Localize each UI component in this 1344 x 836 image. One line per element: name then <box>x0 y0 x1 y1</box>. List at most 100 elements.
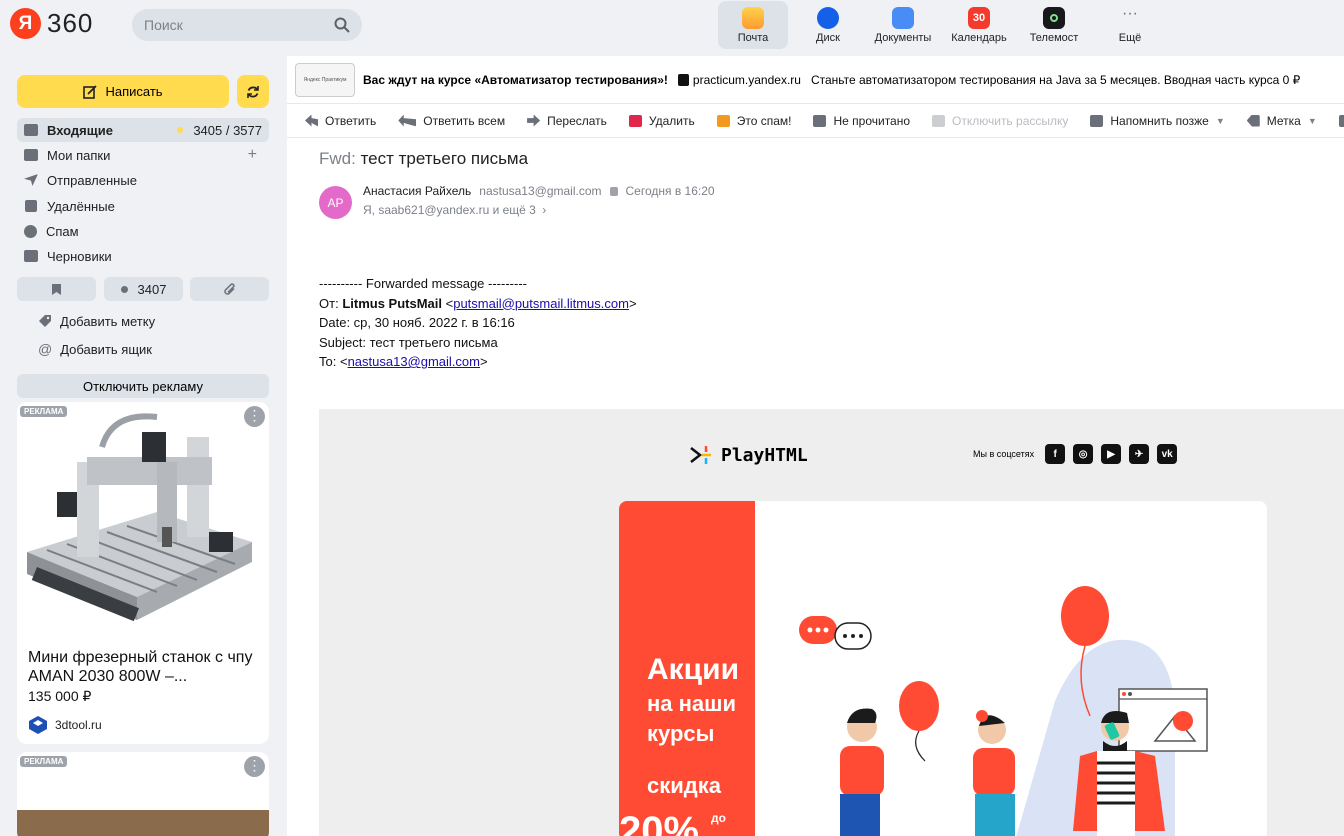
newsletter-body: PlayHTML Мы в соцсетях f ◎ ▶ ✈ vk Акции … <box>319 409 1344 836</box>
folder-sent[interactable]: Отправленные <box>17 168 269 192</box>
envelope-icon <box>813 114 827 127</box>
recipients-text: Я, saab621@yandex.ru и ещё 3 <box>363 203 536 217</box>
forward-button[interactable]: Переслать <box>516 114 618 128</box>
social-links: Мы в соцсетях f ◎ ▶ ✈ vk <box>973 444 1178 464</box>
playhtml-logo[interactable]: PlayHTML <box>689 444 808 466</box>
forwarded-from: От: Litmus PutsMail <putsmail@putsmail.l… <box>319 295 637 311</box>
practicum-logo-icon <box>677 73 689 86</box>
ad-title[interactable]: Мини фрезерный станок с чпу AMAN 2030 80… <box>28 648 264 686</box>
ad-card-2[interactable]: РЕКЛАМА ⋮ <box>17 752 269 836</box>
subject-prefix: Fwd: <box>319 149 356 168</box>
folder-spam[interactable]: Спам <box>17 219 269 243</box>
forwarded-subject: Subject: тест третьего письма <box>319 334 498 350</box>
more-options-icon[interactable]: ⋮ <box>244 756 265 777</box>
sender-name[interactable]: Анастасия Райхель <box>363 184 471 198</box>
forwarded-to-email-link[interactable]: nastusa13@gmail.com <box>348 354 480 369</box>
ad-image-furniture <box>17 810 269 836</box>
search-placeholder: Поиск <box>144 17 183 33</box>
add-label-button[interactable]: Добавить метку <box>38 311 155 331</box>
reply-all-button[interactable]: Ответить всем <box>387 114 516 128</box>
service-mail[interactable]: Почта <box>718 1 788 49</box>
add-folder-icon[interactable]: + <box>248 146 257 164</box>
label-button[interactable]: Метка ▼ <box>1236 114 1328 128</box>
message-subject: Fwd: тест третьего письма <box>319 149 528 169</box>
add-label-text: Добавить метку <box>60 313 156 329</box>
add-mailbox-text: Добавить ящик <box>60 341 152 357</box>
refresh-button[interactable] <box>237 75 269 108</box>
reply-button[interactable]: Ответить <box>287 114 387 128</box>
service-documents[interactable]: Документы <box>868 1 938 49</box>
folder-trash-label: Удалённые <box>47 198 115 214</box>
folder-trash[interactable]: Удалённые <box>17 194 269 218</box>
service-telemost[interactable]: Телемост <box>1019 1 1089 49</box>
compose-button[interactable]: Написать <box>17 75 229 108</box>
paperclip-icon <box>224 282 235 295</box>
unsubscribe-button[interactable]: Отключить рассылку <box>921 114 1079 128</box>
ad-image-cnc-machine <box>17 402 269 637</box>
unread-count: 3407 <box>137 281 167 297</box>
vk-icon[interactable]: vk <box>1157 444 1178 464</box>
delete-button[interactable]: Удалить <box>618 114 706 128</box>
add-mailbox-button[interactable]: @ Добавить ящик <box>38 339 152 359</box>
folder-icon <box>24 149 38 161</box>
refresh-icon <box>247 85 259 98</box>
folder-move-icon <box>1338 114 1344 127</box>
ad-source[interactable]: 3dtool.ru <box>28 715 102 735</box>
avatar[interactable]: АР <box>319 186 352 219</box>
service-disk-label: Диск <box>816 32 840 44</box>
to-label: To: <box>319 354 337 369</box>
filter-unread-button[interactable]: 3407 <box>104 277 183 301</box>
service-calendar-label: Календарь <box>951 32 1007 44</box>
recipients[interactable]: Я, saab621@yandex.ru и ещё 3 › <box>363 203 546 217</box>
remind-later-button[interactable]: Напомнить позже ▼ <box>1079 114 1235 128</box>
promo-thumbnail: Яндекс Практикум <box>295 62 355 97</box>
label-label: Метка <box>1266 113 1301 128</box>
lock-icon <box>609 186 618 196</box>
sender-email[interactable]: nastusa13@gmail.com <box>479 184 601 198</box>
promo-banner[interactable]: Яндекс Практикум Вас ждут на курсе «Авто… <box>287 56 1344 104</box>
compose-label: Написать <box>105 84 163 99</box>
spam-button[interactable]: Это спам! <box>706 114 803 128</box>
top-bar: Я 360 Поиск Почта Диск Документы 30 Кале… <box>0 0 1344 56</box>
search-input[interactable]: Поиск <box>132 9 362 41</box>
telegram-icon[interactable]: ✈ <box>1129 444 1150 464</box>
filter-important-button[interactable] <box>17 277 96 301</box>
facebook-icon[interactable]: f <box>1045 444 1066 464</box>
brand-name: PlayHTML <box>721 444 808 466</box>
ad-card[interactable]: РЕКЛАМА ⋮ Мини фрезерный станок с чпу AM… <box>17 402 269 744</box>
social-label: Мы в соцсетях <box>973 449 1035 459</box>
more-dots-icon: ··· <box>1122 5 1138 22</box>
instagram-icon[interactable]: ◎ <box>1073 444 1094 464</box>
promo-title: Вас ждут на курсе «Автоматизатор тестиро… <box>363 72 668 87</box>
search-icon[interactable] <box>334 17 350 33</box>
playhtml-logo-icon <box>690 446 711 464</box>
more-options-icon[interactable]: ⋮ <box>244 406 265 427</box>
folder-my-folders[interactable]: Мои папки + <box>17 143 269 167</box>
promo-card[interactable]: Акции на наши курсы скидка 20% до <box>619 501 1267 836</box>
from-label: От: <box>319 295 339 311</box>
inbox-icon <box>24 124 38 136</box>
spam-icon <box>24 224 37 238</box>
yandex-360-logo[interactable]: Я 360 <box>10 8 93 39</box>
service-more[interactable]: ··· Ещё <box>1095 1 1165 49</box>
trash-icon <box>628 114 642 127</box>
move-to-button[interactable]: В п <box>1328 114 1344 128</box>
service-calendar[interactable]: 30 Календарь <box>944 1 1014 49</box>
at-sign-icon: @ <box>38 341 53 357</box>
disable-ads-button[interactable]: Отключить рекламу <box>17 374 269 398</box>
mark-unread-button[interactable]: Не прочитано <box>802 114 921 128</box>
service-documents-label: Документы <box>874 32 932 44</box>
folder-inbox[interactable]: Входящие 3405 / 3577 <box>17 118 269 142</box>
youtube-icon[interactable]: ▶ <box>1101 444 1122 464</box>
folder-drafts[interactable]: Черновики <box>17 244 269 268</box>
folder-drafts-label: Черновики <box>47 248 112 264</box>
service-disk[interactable]: Диск <box>793 1 863 49</box>
promo-line-3: курсы <box>647 721 715 746</box>
forwarded-from-email-link[interactable]: putsmail@putsmail.litmus.com <box>453 296 629 311</box>
send-icon <box>24 174 38 186</box>
forwarded-to: To: <nastusa13@gmail.com> <box>319 354 488 369</box>
ad-badge-2: РЕКЛАМА <box>20 756 68 767</box>
illustration-people-balloons <box>799 586 1208 836</box>
filter-attachments-button[interactable] <box>190 277 269 301</box>
chevron-down-icon: ▼ <box>1215 115 1225 126</box>
